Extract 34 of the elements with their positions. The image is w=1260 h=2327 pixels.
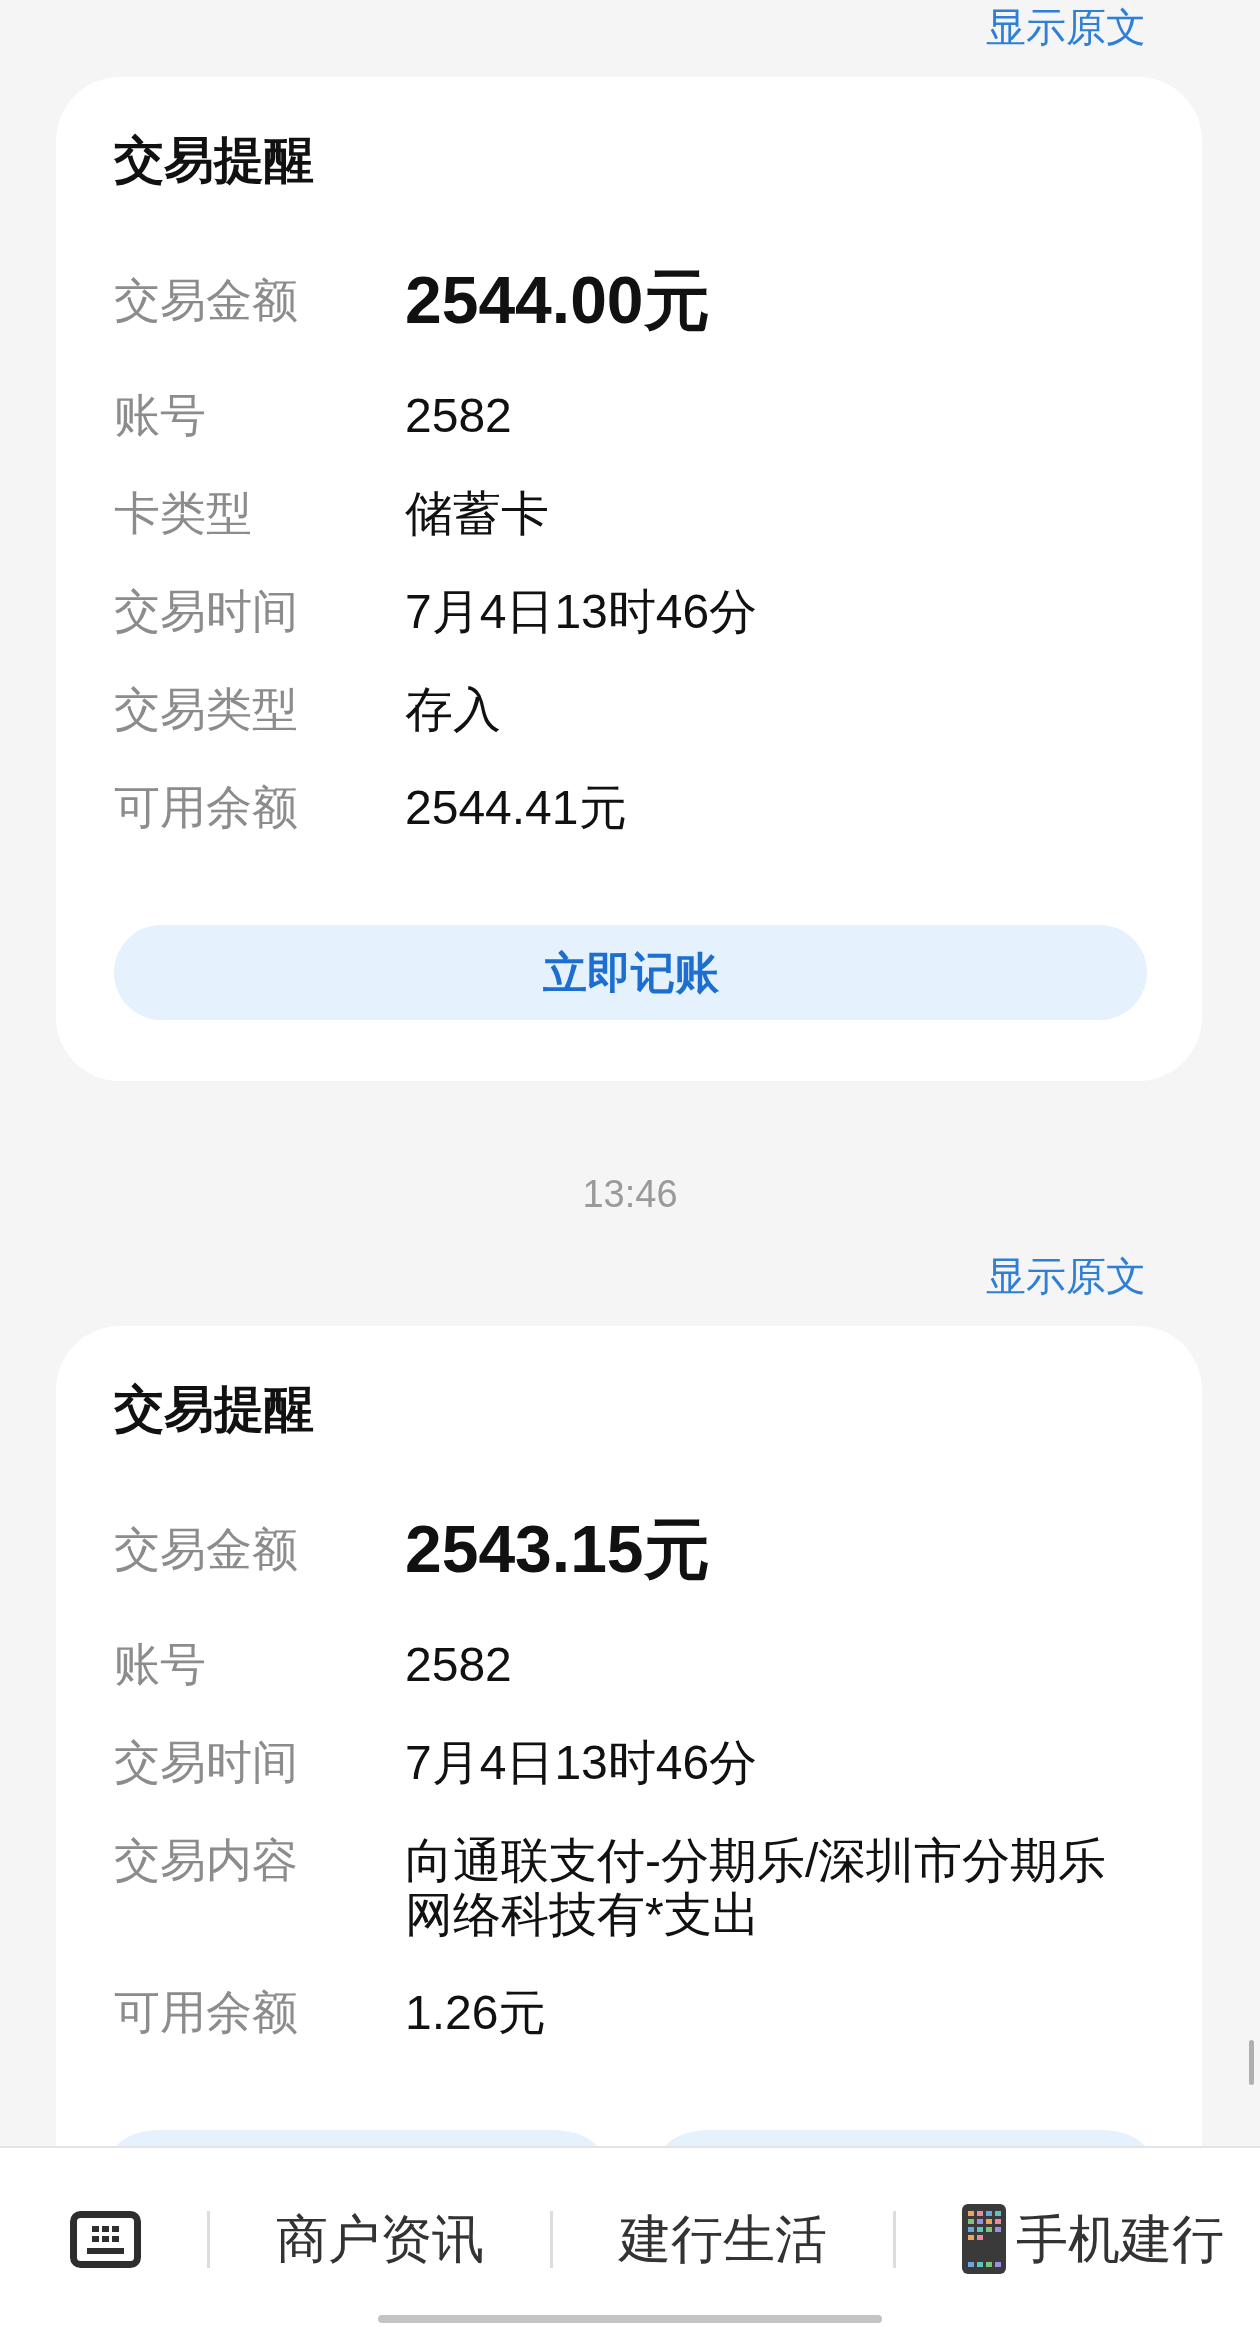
field-label: 交易内容 [114,1834,298,1887]
show-original-link[interactable]: 显示原文 [986,0,1146,54]
card-title: 交易提醒 [114,131,314,190]
field-value: 2544.41元 [405,781,627,835]
field-label: 账号 [114,389,206,442]
menu-button[interactable]: 商户资讯 [276,2207,484,2271]
card-title: 交易提醒 [114,1380,314,1439]
field-label: 交易类型 [114,683,298,736]
menu-button[interactable]: 建行生活 [619,2207,827,2271]
show-original-link[interactable]: 显示原文 [986,1249,1146,1303]
field-value: 存入 [405,683,501,737]
amount-value: 2543.15元 [405,1516,710,1583]
field-label: 可用余额 [114,781,298,834]
field-value: 7月4日13时46分 [405,585,758,639]
field-label: 可用余额 [114,1986,298,2039]
field-label: 交易金额 [114,1522,298,1577]
field-value: 储蓄卡 [405,487,549,541]
field-label: 交易金额 [114,273,298,328]
field-value: 7月4日13时46分 [405,1736,758,1790]
field-label: 交易时间 [114,585,298,638]
field-label: 卡类型 [114,487,252,540]
keyboard-icon[interactable] [70,2210,141,2268]
message-time: 13:46 [582,1172,678,1217]
field-value: 2582 [405,389,512,443]
field-label: 账号 [114,1638,206,1691]
menu-button[interactable]: 手机建行 [962,2204,1224,2274]
scroll-indicator [1249,2040,1254,2085]
phone-icon [962,2204,1006,2274]
action-button[interactable]: 立即记账 [114,925,1147,1020]
field-value: 2582 [405,1638,512,1692]
field-value: 1.26元 [405,1986,547,2040]
amount-value: 2544.00元 [405,267,710,334]
field-value: 向通联支付-分期乐/深圳市分期乐网络科技有*支出 [405,1834,1108,1942]
field-label: 交易时间 [114,1736,298,1789]
